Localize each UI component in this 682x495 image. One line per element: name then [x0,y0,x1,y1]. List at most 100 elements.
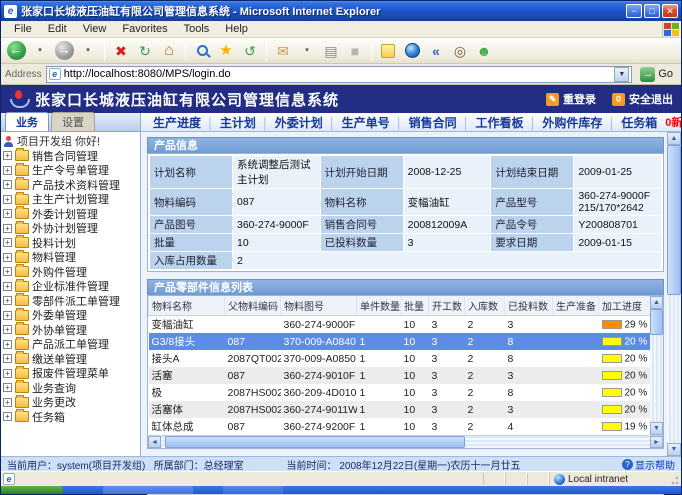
flash-button[interactable]: « [425,40,447,62]
expand-plus-icon[interactable]: + [3,166,12,175]
expand-plus-icon[interactable]: + [3,224,12,233]
menu-item-favorites[interactable]: Favorites [115,22,174,36]
minimize-button[interactable]: − [626,4,642,18]
nav-link-8[interactable]: 任务箱 [619,116,659,130]
taskbar-item[interactable] [103,486,193,494]
forward-dropdown[interactable]: ▾ [77,40,99,62]
sidebar-item[interactable]: +外协计划管理 [3,221,140,236]
tab-settings[interactable]: 设置 [51,112,95,131]
expand-plus-icon[interactable]: + [3,180,12,189]
expand-plus-icon[interactable]: + [3,354,12,363]
expand-plus-icon[interactable]: + [3,340,12,349]
scroll-right-icon[interactable]: ► [650,436,663,448]
back-dropdown[interactable]: ▾ [29,40,51,62]
scroll-down-icon[interactable]: ▼ [667,443,681,456]
notes-button[interactable] [377,40,399,62]
parts-row[interactable]: 活塞体2087HS002360-274-9011W11032320 % [149,401,651,418]
print-button[interactable]: ▤ [320,40,342,62]
address-dropdown[interactable]: ▼ [614,67,629,82]
expand-plus-icon[interactable]: + [3,325,12,334]
nav-link-1[interactable]: 生产进度 [151,116,203,130]
research-button[interactable]: ◎ [449,40,471,62]
scroll-up-icon[interactable]: ▲ [650,296,663,309]
start-button[interactable] [1,486,63,494]
sidebar-item[interactable]: +零部件派工单管理 [3,294,140,309]
sidebar-item[interactable]: +销售合同管理 [3,149,140,164]
relogin-button[interactable]: ✎ 重登录 [546,91,596,107]
sidebar-item[interactable]: +生产令号单管理 [3,163,140,178]
sidebar-item[interactable]: +报废件管理菜单 [3,366,140,381]
expand-plus-icon[interactable]: + [3,296,12,305]
expand-plus-icon[interactable]: + [3,369,12,378]
menu-item-help[interactable]: Help [218,22,255,36]
address-url[interactable]: http://localhost:8080/MPS/login.do [64,68,615,80]
nav-link-4[interactable]: 生产单号 [340,116,392,130]
scroll-thumb[interactable] [650,309,663,335]
parts-table-vscrollbar[interactable]: ▲ ▼ [650,296,663,435]
expand-plus-icon[interactable]: + [3,311,12,320]
scroll-thumb[interactable] [667,145,681,295]
go-button[interactable]: → Go [636,67,677,82]
parts-row[interactable]: 活塞087360-274-9010F11032320 % [149,367,651,384]
sidebar-item[interactable]: +业务查询 [3,381,140,396]
sidebar-item[interactable]: +任务箱 [3,410,140,425]
sidebar-item[interactable]: +外委计划管理 [3,207,140,222]
mail-dropdown[interactable]: ▾ [296,40,318,62]
globe-button[interactable] [401,40,423,62]
expand-plus-icon[interactable]: + [3,267,12,276]
expand-plus-icon[interactable]: + [3,282,12,291]
parts-row[interactable]: 接头A2087QT002370-009-A085011032820 % [149,350,651,367]
search-button[interactable] [191,40,213,62]
nav-link-5[interactable]: 销售合同 [407,116,459,130]
sidebar-item[interactable]: +产品技术资料管理 [3,178,140,193]
tab-business[interactable]: 业务 [5,112,49,131]
parts-row[interactable]: G3/8接头087370-009-A084011032820 % [149,333,651,350]
sidebar-item[interactable]: +业务更改 [3,395,140,410]
parts-row[interactable]: 极2087HS002360-209-4D01011032820 % [149,384,651,401]
mail-button[interactable]: ✉ [272,40,294,62]
stop-button[interactable]: ✖ [110,40,132,62]
edit-button[interactable]: ■ [344,40,366,62]
show-help-link[interactable]: ? 显示帮助 [622,457,675,472]
logout-button[interactable]: 0 安全退出 [612,91,673,107]
nav-link-6[interactable]: 工作看板 [473,116,525,130]
nav-link-2[interactable]: 主计划 [218,116,258,130]
sidebar-item[interactable]: +投料计划 [3,236,140,251]
history-button[interactable]: ↺ [239,40,261,62]
refresh-button[interactable]: ↻ [134,40,156,62]
scroll-down-icon[interactable]: ▼ [650,422,663,435]
sidebar-item[interactable]: +外委单管理 [3,308,140,323]
sidebar-item[interactable]: +产品派工单管理 [3,337,140,352]
sidebar-item[interactable]: +外协单管理 [3,323,140,338]
expand-plus-icon[interactable]: + [3,398,12,407]
resize-grip[interactable] [669,473,679,485]
sidebar-item[interactable]: +物料管理 [3,250,140,265]
home-button[interactable]: ⌂ [158,40,180,62]
maximize-button[interactable]: □ [644,4,660,18]
parts-table-hscrollbar[interactable]: ◄ ► [148,435,663,448]
title-bar[interactable]: e 张家口长城液压油缸有限公司管理信息系统 - Microsoft Intern… [1,1,681,21]
scroll-up-icon[interactable]: ▲ [667,132,681,145]
sidebar-item[interactable]: +主生产计划管理 [3,192,140,207]
sidebar-item[interactable]: +企业标准件管理 [3,279,140,294]
scroll-left-icon[interactable]: ◄ [148,436,161,448]
menu-item-tools[interactable]: Tools [177,22,217,36]
back-button[interactable]: ← [5,40,27,62]
sidebar-item[interactable]: +外购件管理 [3,265,140,280]
expand-plus-icon[interactable]: + [3,383,12,392]
messenger-button[interactable]: ☻ [473,40,495,62]
nav-link-3[interactable]: 外委计划 [273,116,325,130]
parts-row[interactable]: 缸体总成087360-274-9200F11032419 % [149,418,651,435]
scroll-thumb[interactable] [165,436,465,448]
parts-row[interactable]: 变幅油缸360-274-9000F1032329 % [149,316,651,334]
expand-plus-icon[interactable]: + [3,238,12,247]
nav-link-7[interactable]: 外购件库存 [540,116,604,130]
favorites-button[interactable]: ★ [215,40,237,62]
expand-plus-icon[interactable]: + [3,195,12,204]
sidebar-item[interactable]: +缴送单管理 [3,352,140,367]
close-button[interactable]: ✕ [662,4,678,18]
expand-plus-icon[interactable]: + [3,151,12,160]
menu-item-edit[interactable]: Edit [41,22,74,36]
taskbar-item[interactable] [223,486,283,494]
expand-plus-icon[interactable]: + [3,412,12,421]
